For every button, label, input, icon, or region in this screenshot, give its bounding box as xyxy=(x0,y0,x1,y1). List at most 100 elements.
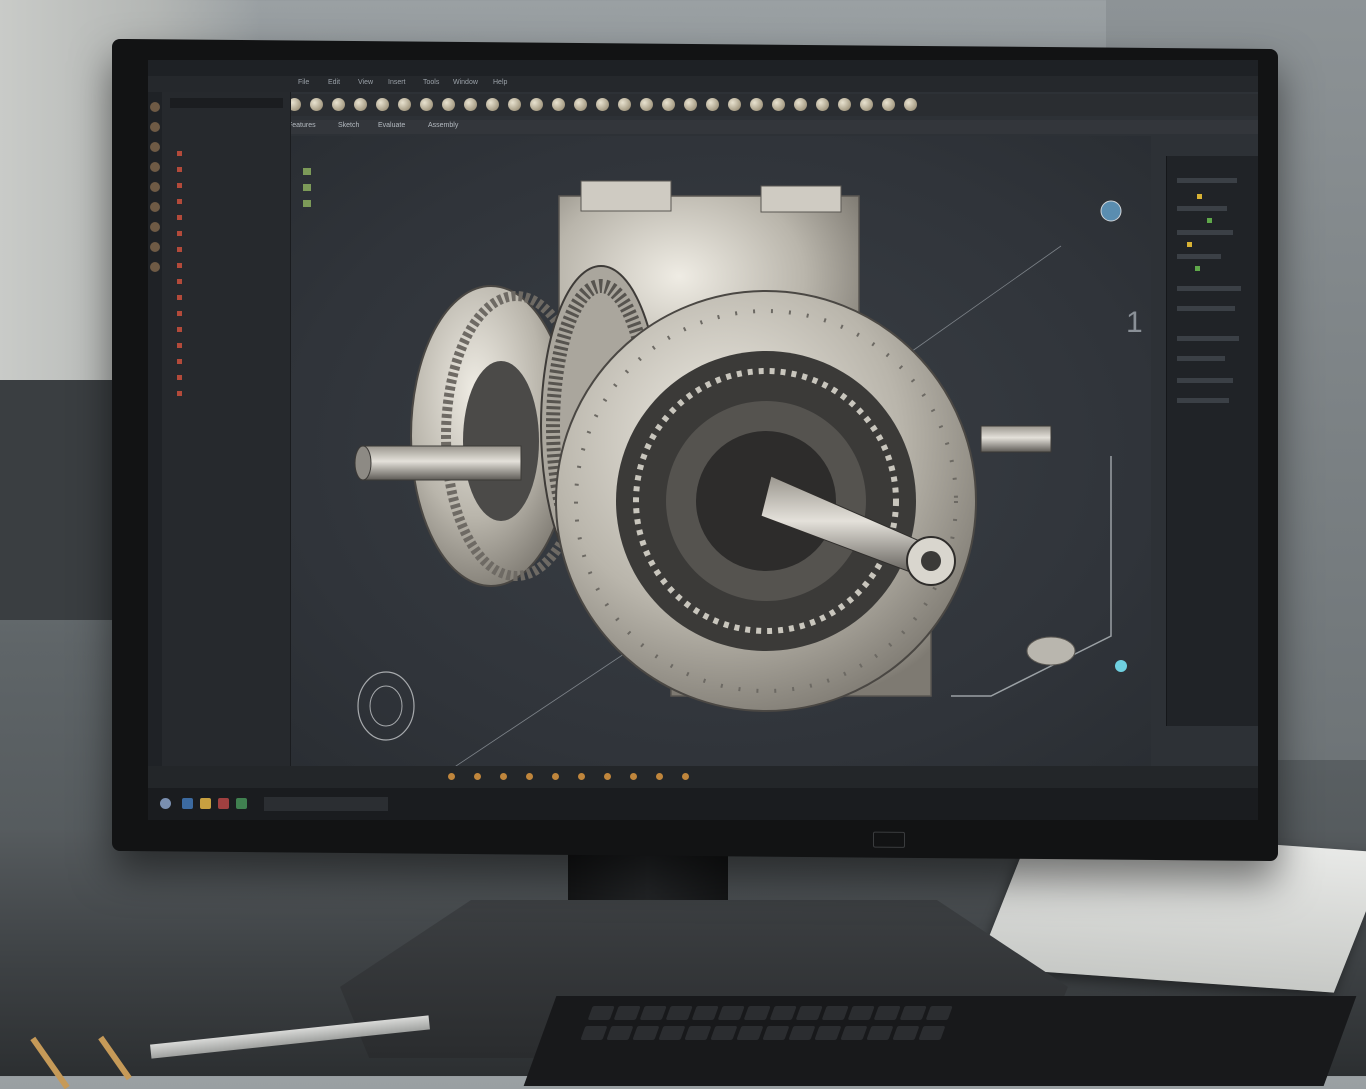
ribbon-tabs: Features Sketch Evaluate Assembly xyxy=(278,120,1258,134)
part-icon xyxy=(177,359,182,364)
part-icon xyxy=(177,231,182,236)
tab-evaluate[interactable]: Evaluate xyxy=(378,122,405,129)
tool-icon[interactable] xyxy=(552,98,565,111)
tab-features[interactable]: Features xyxy=(288,122,316,129)
keyboard-key xyxy=(873,1006,901,1020)
tool-icon[interactable] xyxy=(882,98,895,111)
part-icon xyxy=(177,199,182,204)
panel-row[interactable] xyxy=(1177,286,1241,291)
timeline-icon[interactable] xyxy=(526,773,533,780)
tool-icon[interactable] xyxy=(904,98,917,111)
timeline-icon[interactable] xyxy=(682,773,689,780)
strip-icon[interactable] xyxy=(150,222,160,232)
panel-row[interactable] xyxy=(1177,378,1233,383)
strip-icon[interactable] xyxy=(150,242,160,252)
tool-icon[interactable] xyxy=(442,98,455,111)
tool-icon[interactable] xyxy=(816,98,829,111)
monitor-screen: File Edit View Insert Tools Window Help xyxy=(148,60,1258,820)
panel-row[interactable] xyxy=(1177,230,1233,235)
taskbar-app-icon[interactable] xyxy=(200,798,211,809)
tool-icon[interactable] xyxy=(486,98,499,111)
timeline-icon[interactable] xyxy=(500,773,507,780)
tool-icon[interactable] xyxy=(574,98,587,111)
tab-assembly[interactable]: Assembly xyxy=(428,122,458,129)
keyboard-key xyxy=(821,1006,849,1020)
tool-icon[interactable] xyxy=(860,98,873,111)
gearbox-model[interactable] xyxy=(291,136,1151,766)
taskbar-app-icon[interactable] xyxy=(218,798,229,809)
strip-icon[interactable] xyxy=(150,162,160,172)
tool-icon[interactable] xyxy=(530,98,543,111)
menu-edit[interactable]: Edit xyxy=(328,79,340,86)
tool-icon[interactable] xyxy=(838,98,851,111)
title-bar xyxy=(148,60,1258,76)
menu-window[interactable]: Window xyxy=(453,79,478,86)
strip-icon[interactable] xyxy=(150,142,160,152)
part-icon xyxy=(177,391,182,396)
menu-bar: File Edit View Insert Tools Window Help xyxy=(148,76,1258,92)
tool-icon[interactable] xyxy=(464,98,477,111)
tool-icon[interactable] xyxy=(618,98,631,111)
tool-icon[interactable] xyxy=(794,98,807,111)
tool-icon[interactable] xyxy=(310,98,323,111)
keyboard xyxy=(523,996,1357,1086)
status-yellow-icon xyxy=(1197,194,1202,199)
taskbar-search-input[interactable] xyxy=(264,797,388,811)
tool-icon[interactable] xyxy=(750,98,763,111)
tool-icon[interactable] xyxy=(684,98,697,111)
tab-sketch[interactable]: Sketch xyxy=(338,122,359,129)
part-icon xyxy=(177,311,182,316)
tool-icon[interactable] xyxy=(508,98,521,111)
tool-icon[interactable] xyxy=(376,98,389,111)
tool-icon[interactable] xyxy=(398,98,411,111)
tool-icon[interactable] xyxy=(596,98,609,111)
menu-tools[interactable]: Tools xyxy=(423,79,439,86)
strip-icon[interactable] xyxy=(150,262,160,272)
keyboard-key xyxy=(847,1006,875,1020)
menu-file[interactable]: File xyxy=(298,79,309,86)
tool-icon[interactable] xyxy=(772,98,785,111)
part-icon xyxy=(177,327,182,332)
panel-row[interactable] xyxy=(1177,254,1221,259)
tool-icon[interactable] xyxy=(728,98,741,111)
timeline-icon[interactable] xyxy=(448,773,455,780)
panel-row[interactable] xyxy=(1177,398,1229,403)
keyboard-key xyxy=(691,1006,719,1020)
timeline-icon[interactable] xyxy=(604,773,611,780)
tree-search-input[interactable] xyxy=(170,98,283,108)
panel-row[interactable] xyxy=(1177,306,1235,311)
keyboard-key xyxy=(892,1026,920,1040)
part-icon xyxy=(177,375,182,380)
keyboard-key xyxy=(587,1006,615,1020)
3d-viewport[interactable]: 1 xyxy=(291,136,1151,766)
strip-icon[interactable] xyxy=(150,182,160,192)
timeline-icon[interactable] xyxy=(474,773,481,780)
menu-help[interactable]: Help xyxy=(493,79,507,86)
tool-icon[interactable] xyxy=(420,98,433,111)
taskbar-app-icon[interactable] xyxy=(182,798,193,809)
strip-icon[interactable] xyxy=(150,122,160,132)
menu-view[interactable]: View xyxy=(358,79,373,86)
tool-icon[interactable] xyxy=(332,98,345,111)
timeline-icon[interactable] xyxy=(630,773,637,780)
strip-icon[interactable] xyxy=(150,202,160,212)
start-button-icon[interactable] xyxy=(160,798,171,809)
taskbar-app-icon[interactable] xyxy=(236,798,247,809)
part-icon xyxy=(177,343,182,348)
keyboard-key xyxy=(580,1026,608,1040)
timeline-icon[interactable] xyxy=(578,773,585,780)
monitor-logo xyxy=(873,831,905,848)
status-yellow-icon xyxy=(1187,242,1192,247)
panel-row[interactable] xyxy=(1177,178,1237,183)
tool-icon[interactable] xyxy=(662,98,675,111)
strip-icon[interactable] xyxy=(150,102,160,112)
panel-row[interactable] xyxy=(1177,336,1239,341)
menu-insert[interactable]: Insert xyxy=(388,79,406,86)
tool-icon[interactable] xyxy=(354,98,367,111)
timeline-icon[interactable] xyxy=(552,773,559,780)
tool-icon[interactable] xyxy=(706,98,719,111)
timeline-icon[interactable] xyxy=(656,773,663,780)
panel-row[interactable] xyxy=(1177,206,1227,211)
tool-icon[interactable] xyxy=(640,98,653,111)
panel-row[interactable] xyxy=(1177,356,1225,361)
